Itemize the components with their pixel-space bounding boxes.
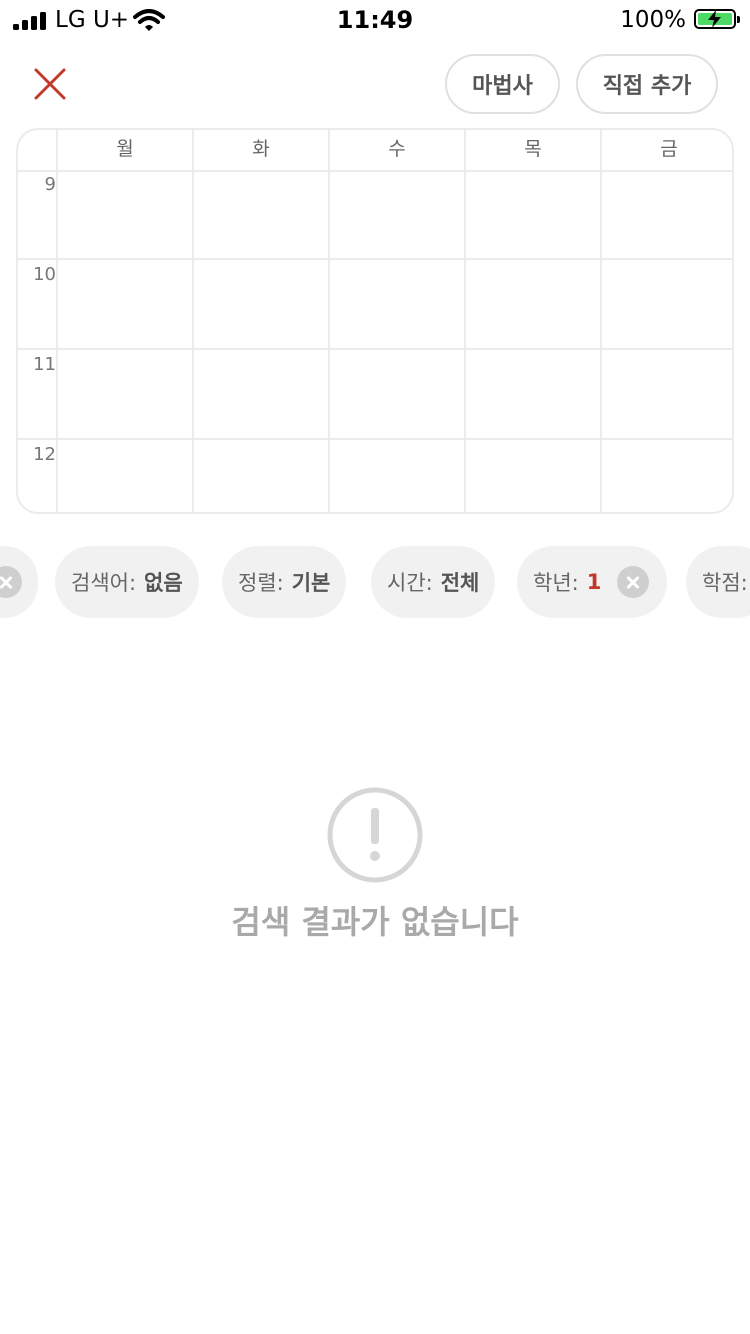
- hour-row-10[interactable]: 10: [18, 260, 732, 350]
- day-tue: 화: [192, 130, 328, 170]
- filter-chip-keyword[interactable]: 검색어: 없음: [55, 546, 199, 618]
- filter-chip-grade[interactable]: 학년: 1: [517, 546, 668, 618]
- filter-label: 학년:: [533, 571, 579, 595]
- filter-label: 정렬:: [238, 571, 284, 595]
- filter-label: 검색어:: [71, 571, 137, 595]
- hour-label: 12: [33, 444, 56, 465]
- wizard-button[interactable]: 마법사: [445, 54, 560, 114]
- filter-value: 기본: [291, 571, 331, 595]
- day-mon: 월: [56, 130, 192, 170]
- grid-line: [56, 170, 58, 512]
- filter-label: 시간:: [387, 571, 433, 595]
- timetable[interactable]: 월 화 수 목 금 9 10 11 12: [16, 128, 734, 514]
- day-thu: 목: [464, 130, 600, 170]
- battery-icon: [694, 9, 740, 29]
- hour-row-11[interactable]: 11: [18, 350, 732, 440]
- filter-chip-sort[interactable]: 정렬: 기본: [222, 546, 347, 618]
- filter-value: 전체: [440, 571, 480, 595]
- filter-value: 1: [586, 570, 602, 594]
- hour-label: 10: [33, 264, 56, 285]
- filter-chip-time[interactable]: 시간: 전체: [371, 546, 496, 618]
- filter-chip-credit[interactable]: 학점:: [686, 546, 750, 618]
- timetable-header: 월 화 수 목 금: [18, 130, 732, 172]
- hour-row-12[interactable]: 12: [18, 440, 732, 512]
- status-bar: LG U+ 11:49 100%: [0, 0, 750, 40]
- filter-chip-bar[interactable]: 검색어: 없음 정렬: 기본 시간: 전체 학년: 1 학점:: [0, 546, 750, 618]
- hour-label: 9: [44, 174, 56, 195]
- exclamation-circle-icon: [327, 787, 423, 883]
- grid-line: [192, 170, 194, 512]
- hour-row-9[interactable]: 9: [18, 170, 732, 260]
- grid-line: [464, 170, 466, 512]
- close-icon[interactable]: [28, 62, 72, 106]
- filter-chip-partial[interactable]: [0, 546, 38, 618]
- grid-line: [328, 170, 330, 512]
- filter-label: 학점:: [702, 571, 748, 595]
- filter-value: 없음: [144, 571, 183, 595]
- day-wed: 수: [328, 130, 464, 170]
- direct-add-button[interactable]: 직접 추가: [576, 54, 718, 114]
- grid-line: [600, 170, 602, 512]
- remove-filter-icon[interactable]: [617, 566, 650, 598]
- empty-state-message: 검색 결과가 없습니다: [231, 903, 519, 941]
- remove-filter-icon[interactable]: [0, 566, 22, 598]
- hour-label: 11: [33, 354, 56, 375]
- battery-percent: 100%: [620, 7, 686, 33]
- day-fri: 금: [600, 130, 732, 170]
